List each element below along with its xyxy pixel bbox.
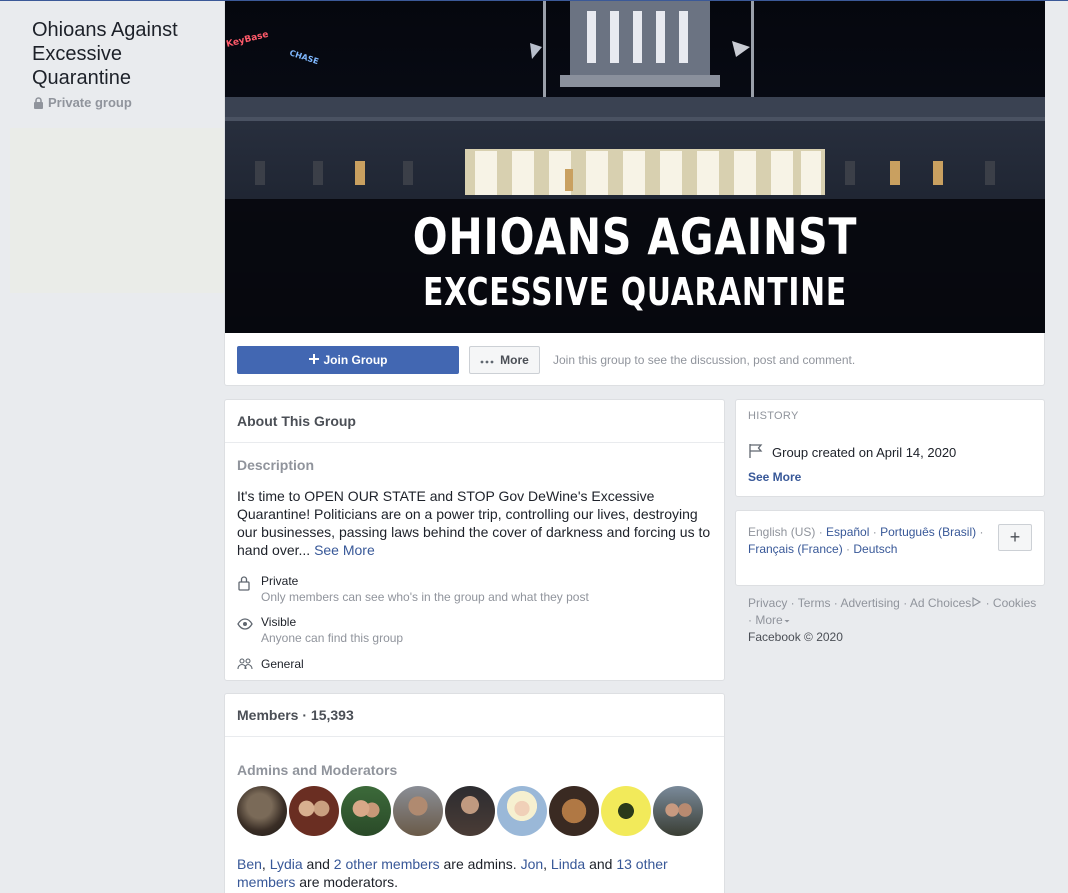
footer-ad-choices[interactable]: Ad Choices — [910, 596, 971, 610]
general-label: General — [261, 657, 304, 671]
history-created-row: Group created on April 14, 2020 — [748, 443, 956, 461]
visible-subtitle: Anyone can find this group — [261, 631, 404, 645]
footer-terms[interactable]: Terms — [798, 596, 831, 610]
plus-icon — [308, 353, 319, 367]
language-list: English (US) · Español · Português (Bras… — [748, 525, 984, 556]
privacy-text: Private group — [48, 95, 132, 110]
see-more-link[interactable]: See More — [314, 542, 375, 558]
avatar[interactable] — [393, 786, 443, 836]
cover-line1: OHIOANS AGAINST — [412, 208, 858, 266]
conjunction: and — [589, 856, 613, 872]
left-column: Ohioans Against Excessive Quarantine Pri… — [0, 1, 224, 893]
footer-cookies[interactable]: Cookies — [993, 596, 1036, 610]
privacy-label: Private group — [33, 95, 132, 110]
footer-privacy[interactable]: Privacy — [748, 596, 787, 610]
members-title[interactable]: Members · 15,393 — [225, 694, 724, 737]
avatar[interactable] — [497, 786, 547, 836]
join-group-button[interactable]: Join Group — [237, 346, 459, 374]
language-portugues[interactable]: Português (Brasil) — [880, 525, 976, 539]
mod-link-linda[interactable]: Linda — [551, 856, 585, 872]
mods-suffix: are moderators. — [299, 874, 399, 890]
visible-attribute: Visible Anyone can find this group — [237, 615, 403, 646]
other-admins-link[interactable]: 2 other members — [334, 856, 440, 872]
footer-more[interactable]: More — [755, 613, 782, 627]
about-title: About This Group — [225, 400, 724, 443]
cover-photo[interactable]: KeyBase CHASE OHIOANS AGAINST EXCESSIVE … — [225, 1, 1045, 333]
group-actions: Join Group More Join this group to see t… — [237, 346, 855, 374]
description-text: It's time to OPEN OUR STATE and STOP Gov… — [237, 487, 719, 559]
general-attribute: General — [237, 657, 304, 671]
language-card: English (US) · Español · Português (Bras… — [735, 510, 1045, 586]
private-title: Private — [261, 574, 299, 588]
caret-down-icon — [783, 613, 791, 627]
group-title[interactable]: Ohioans Against Excessive Quarantine — [32, 18, 217, 90]
language-espanol[interactable]: Español — [826, 525, 869, 539]
conjunction: and — [306, 856, 330, 872]
avatar[interactable] — [445, 786, 495, 836]
admins-summary: Ben, Lydia and 2 other members are admin… — [237, 856, 668, 890]
footer-links: Privacy · Terms · Advertising · Ad Choic… — [748, 596, 1037, 627]
visible-title: Visible — [261, 615, 297, 629]
history-see-more[interactable]: See More — [748, 470, 801, 484]
mod-link-jon[interactable]: Jon — [521, 856, 544, 872]
cover-headline: OHIOANS AGAINST EXCESSIVE QUARANTINE — [225, 209, 1045, 315]
lock-icon — [33, 96, 44, 109]
language-deutsch[interactable]: Deutsch — [853, 542, 897, 556]
admin-link-ben[interactable]: Ben — [237, 856, 262, 872]
avatar[interactable] — [289, 786, 339, 836]
avatar[interactable] — [549, 786, 599, 836]
admins-suffix: are admins. — [443, 856, 517, 872]
history-card: HISTORY Group created on April 14, 2020 … — [735, 399, 1045, 497]
footer: Privacy · Terms · Advertising · Ad Choic… — [748, 595, 1038, 646]
description-body: It's time to OPEN OUR STATE and STOP Gov… — [237, 488, 711, 558]
history-created-text: Group created on April 14, 2020 — [772, 444, 957, 460]
admins-heading: Admins and Moderators — [237, 762, 398, 778]
flag-icon — [748, 443, 764, 461]
language-francais[interactable]: Français (France) — [748, 542, 843, 556]
history-label: HISTORY — [748, 410, 799, 422]
more-label: More — [500, 353, 529, 367]
avatar[interactable] — [601, 786, 651, 836]
avatar[interactable] — [237, 786, 287, 836]
description-heading: Description — [237, 457, 315, 473]
join-hint: Join this group to see the discussion, p… — [553, 353, 856, 367]
add-language-button[interactable]: + — [998, 524, 1032, 551]
ad-choices-icon — [971, 596, 982, 610]
left-placeholder — [10, 128, 224, 293]
current-language: English (US) — [748, 525, 816, 539]
ellipsis-icon — [480, 353, 494, 367]
join-group-label: Join Group — [323, 353, 388, 367]
lock-outline-icon — [237, 574, 261, 605]
about-card: About This Group Description It's time t… — [224, 399, 725, 681]
admin-avatars — [237, 786, 703, 836]
private-subtitle: Only members can see who's in the group … — [261, 590, 589, 604]
footer-advertising[interactable]: Advertising — [840, 596, 899, 610]
eye-icon — [237, 615, 261, 646]
footer-copyright: Facebook © 2020 — [748, 630, 843, 644]
avatar[interactable] — [653, 786, 703, 836]
cover-line2: EXCESSIVE QUARANTINE — [423, 270, 847, 314]
more-button[interactable]: More — [469, 346, 540, 374]
private-attribute: Private Only members can see who's in th… — [237, 574, 589, 605]
admin-link-lydia[interactable]: Lydia — [270, 856, 303, 872]
members-card: Members · 15,393 Admins and Moderators B… — [224, 693, 725, 893]
avatar[interactable] — [341, 786, 391, 836]
people-icon — [237, 657, 261, 671]
cover-card: KeyBase CHASE OHIOANS AGAINST EXCESSIVE … — [224, 1, 1045, 386]
